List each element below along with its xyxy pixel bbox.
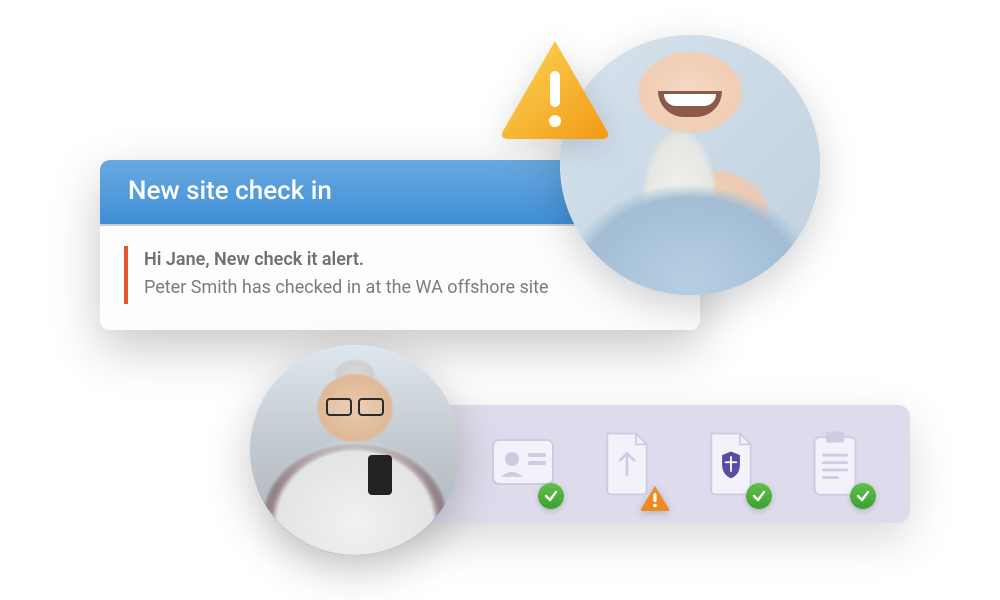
- status-clipboard: [804, 427, 866, 501]
- warning-small-icon: [640, 485, 670, 511]
- notification-detail: Peter Smith has checked in at the WA off…: [144, 277, 549, 298]
- status-id-card: [492, 427, 554, 501]
- notification-greeting: Hi Jane, New check it alert.: [144, 249, 364, 270]
- check-ok-icon: [850, 483, 876, 509]
- status-upload-doc: [596, 427, 658, 501]
- check-ok-icon: [538, 483, 564, 509]
- accent-bar: [124, 246, 128, 304]
- status-shield-doc: [700, 427, 762, 501]
- photo-worker-phone: [250, 345, 460, 555]
- check-ok-icon: [746, 483, 772, 509]
- warning-triangle-icon: [495, 35, 615, 145]
